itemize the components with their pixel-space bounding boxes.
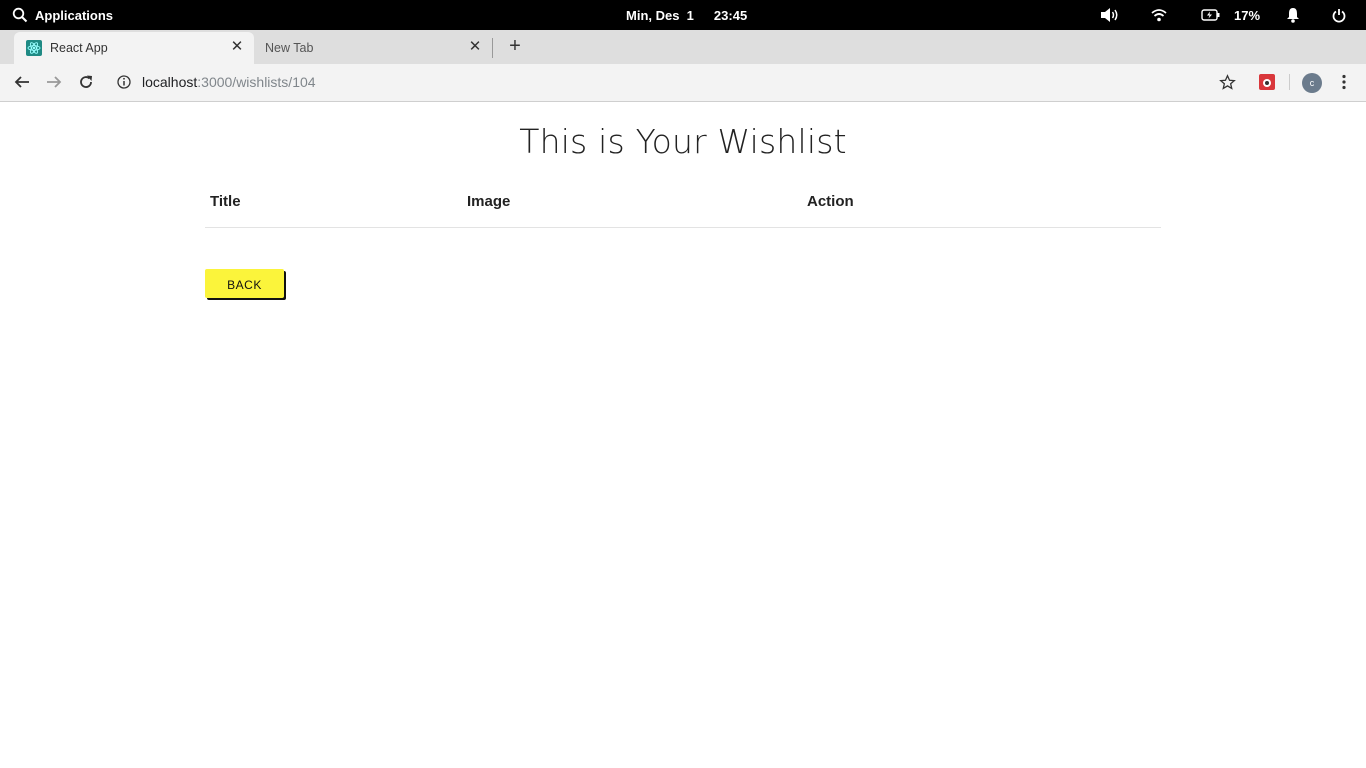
browser-toolbar: localhost:3000/wishlists/104 c [0, 64, 1366, 102]
time-text: 23:45 [713, 7, 748, 23]
clock[interactable]: Min, Des 1 23:45 [626, 0, 747, 30]
battery-percent: 17% [1234, 7, 1261, 23]
tab-react-app[interactable]: React App ✕ [14, 32, 254, 64]
extension-icon[interactable] [1257, 72, 1277, 92]
profile-avatar[interactable]: c [1302, 73, 1322, 93]
reload-icon[interactable] [76, 72, 96, 92]
column-header-title: Title [210, 193, 241, 210]
info-icon[interactable] [116, 74, 132, 90]
close-tab-icon[interactable]: ✕ [230, 39, 244, 54]
back-button[interactable]: BACK [205, 269, 284, 298]
search-icon [12, 7, 28, 23]
tab-separator [492, 38, 493, 58]
url-host: localhost [142, 74, 198, 90]
os-top-panel: Applications Min, Des 1 23:45 17% [0, 0, 1366, 30]
new-tab-plus-icon[interactable]: + [506, 36, 524, 56]
power-icon[interactable] [1332, 0, 1346, 30]
address-bar[interactable]: localhost:3000/wishlists/104 [116, 71, 316, 93]
react-favicon-icon [26, 40, 42, 56]
wifi-icon[interactable] [1151, 0, 1167, 30]
notifications-bell-icon[interactable] [1286, 0, 1300, 30]
toolbar-divider [1289, 74, 1290, 90]
browser-tab-strip: React App ✕ New Tab ✕ [0, 30, 1366, 64]
forward-arrow-icon[interactable] [44, 72, 64, 92]
url-path: :3000/wishlists/104 [197, 74, 316, 90]
applications-menu[interactable]: Applications [12, 0, 113, 30]
battery-icon[interactable] [1201, 0, 1221, 30]
tab-new-tab[interactable]: New Tab ✕ [254, 32, 492, 64]
bookmark-star-icon[interactable] [1217, 72, 1237, 92]
tab-label: React App [50, 41, 108, 55]
date-text: Min, Des 1 [626, 7, 694, 23]
tab-label: New Tab [265, 41, 314, 55]
wishlist-table-header: Title Image Action [205, 188, 1161, 228]
applications-label: Applications [35, 7, 114, 23]
volume-icon[interactable] [1100, 0, 1120, 30]
column-header-image: Image [467, 193, 511, 210]
page-title: This is Your Wishlist [519, 122, 847, 161]
kebab-menu-icon[interactable] [1334, 72, 1354, 92]
column-header-action: Action [807, 193, 854, 210]
close-tab-icon[interactable]: ✕ [468, 39, 482, 54]
back-arrow-icon[interactable] [12, 72, 32, 92]
